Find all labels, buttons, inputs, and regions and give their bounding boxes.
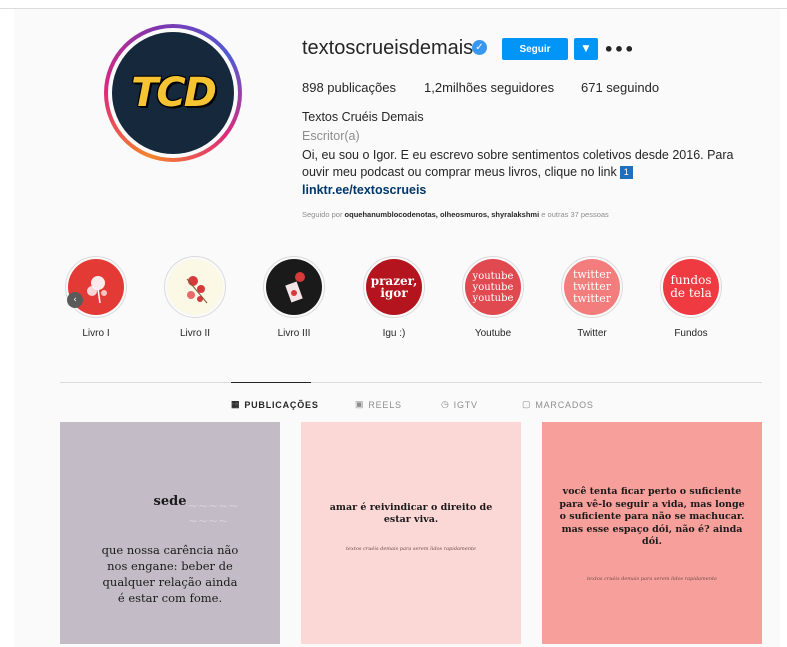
tagged-icon: ▢ [522, 399, 532, 409]
highlight-cover: prazer, igor [366, 259, 422, 315]
keycap-one-icon: 1 [619, 166, 633, 180]
tab-label: IGTV [453, 399, 478, 410]
profile-username: textoscrueisdemais [302, 37, 474, 59]
avatar-image: TCD [112, 32, 234, 154]
highlight-ring: youtube youtube youtube [462, 256, 524, 318]
grid-icon: ▦ [231, 399, 241, 409]
tab-label: PUBLICAÇÕES [244, 399, 319, 410]
profile-link[interactable]: linktr.ee/textoscrueis [302, 183, 426, 197]
posts-count: 898 publicações [302, 80, 396, 95]
bio-line-2: ouvir meu podcast ou comprar meus livros… [302, 164, 752, 181]
post-1-title: sede [153, 494, 187, 509]
highlight-label: Livro III [277, 328, 311, 339]
highlight-ring: twitter twitter twitter [561, 256, 623, 318]
post-1-body: que nossa carência não nos engane: beber… [101, 543, 239, 605]
active-tab-indicator [231, 382, 311, 383]
followers-count[interactable]: 1,2milhões seguidores [424, 80, 554, 95]
highlight-cover: twitter twitter twitter [564, 259, 620, 315]
highlight-youtube[interactable]: youtube youtube youtube Youtube [460, 256, 526, 339]
highlight-livro-ii[interactable]: Livro II [162, 256, 228, 339]
post-3[interactable]: você tenta ficar perto o suficiente para… [542, 422, 762, 644]
suggested-dropdown-button[interactable]: ▼ [574, 38, 598, 60]
avatar-logo-text: TCD [131, 70, 217, 116]
followed-by-prefix: Seguido por [302, 210, 343, 219]
verified-badge-icon: ✓ [472, 40, 487, 55]
bottle-illustration-icon [285, 272, 305, 303]
highlight-label: Livro II [179, 328, 210, 339]
highlight-cover: fundos de tela [663, 259, 719, 315]
highlight-cover [167, 259, 223, 315]
tab-label: REELS [368, 399, 402, 410]
followed-by-names: oquehanumblocodenotas, olheosmuros, shyr… [344, 210, 540, 219]
post-3-signature: textos cruéis demais para serem lidos ra… [587, 576, 717, 582]
highlight-ring [164, 256, 226, 318]
highlight-livro-iii[interactable]: Livro III [261, 256, 327, 339]
highlight-cover [266, 259, 322, 315]
highlight-twitter[interactable]: twitter twitter twitter Twitter [559, 256, 625, 339]
highlight-fundos[interactable]: fundos de tela Fundos [658, 256, 724, 339]
tab-label: MARCADOS [535, 399, 594, 410]
highlight-ring: fundos de tela [660, 256, 722, 318]
highlight-label: Fundos [674, 328, 708, 339]
profile-category: Escritor(a) [302, 129, 360, 143]
post-2-signature: textos cruéis demais para serem lidos ra… [346, 546, 476, 552]
profile-avatar[interactable]: TCD [104, 24, 242, 162]
bio-line-2-text: ouvir meu podcast ou comprar meus livros… [302, 165, 617, 179]
followed-by-suffix: e outras 37 pessoas [541, 210, 609, 219]
reels-icon: ▣ [355, 399, 365, 409]
highlight-ring: prazer, igor [363, 256, 425, 318]
tabs-divider [60, 382, 762, 383]
followed-by[interactable]: Seguido por oquehanumblocodenotas, olheo… [302, 210, 609, 219]
post-3-body: você tenta ficar perto o suficiente para… [559, 486, 745, 547]
more-options-button[interactable]: ••• [604, 38, 635, 60]
tab-marcados[interactable]: ▢ MARCADOS [522, 399, 594, 410]
avatar-gap: TCD [108, 28, 238, 158]
tab-publicacoes[interactable]: ▦ PUBLICAÇÕES [231, 399, 319, 410]
tab-reels[interactable]: ▣ REELS [355, 399, 402, 410]
post-2[interactable]: amar é reivindicar o direito de estar vi… [301, 422, 521, 644]
following-count[interactable]: 671 seguindo [581, 80, 659, 95]
post-2-body: amar é reivindicar o direito de estar vi… [329, 502, 493, 525]
profile-full-name: Textos Cruéis Demais [302, 110, 424, 124]
highlight-label: Youtube [474, 328, 512, 339]
follow-button[interactable]: Seguir [502, 38, 568, 60]
chevron-down-icon: ▼ [582, 44, 590, 54]
chevron-left-icon: ‹ [73, 295, 77, 305]
tab-igtv[interactable]: ◷ IGTV [441, 399, 478, 410]
igtv-icon: ◷ [441, 399, 450, 409]
highlight-label: Twitter [577, 328, 607, 339]
highlight-label: Livro I [82, 328, 110, 339]
highlight-cover: youtube youtube youtube [465, 259, 521, 315]
flower-illustration-icon [186, 276, 208, 304]
bio-line-1: Oi, eu sou o Igor. E eu escrevo sobre se… [302, 148, 734, 162]
highlight-label: Igu :) [382, 328, 406, 339]
highlight-igu[interactable]: prazer, igor Igu :) [361, 256, 427, 339]
post-1[interactable]: ~~~~~ ~~~~ sede que nossa carência não no… [60, 422, 280, 644]
highlight-ring [263, 256, 325, 318]
highlights-scroll-left-button[interactable]: ‹ [67, 292, 83, 308]
highlight-ring [65, 256, 127, 318]
